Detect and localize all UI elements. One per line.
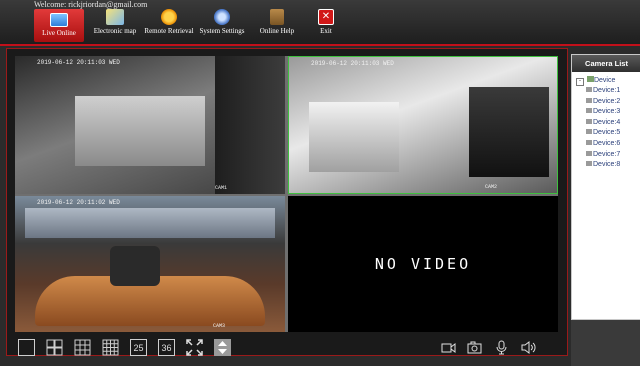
top-bar: Welcome: rickjriordan@gmail.com Live Onl… xyxy=(0,0,640,44)
engine-room-wall xyxy=(215,56,285,194)
welcome-text: Welcome: rickjriordan@gmail.com xyxy=(34,0,148,9)
engine-block-shape xyxy=(309,102,399,172)
tree-item-device-2[interactable]: Device:2 xyxy=(576,97,640,108)
layout-36-button[interactable]: 36 xyxy=(158,339,175,356)
camera-list-panel: Camera List - Device Device:1 Device:2 D… xyxy=(571,54,640,320)
microphone-icon xyxy=(496,340,507,355)
nav-system-settings-label: System Settings xyxy=(199,27,245,35)
camera-icon xyxy=(586,161,592,167)
bridge-window-shape xyxy=(25,208,275,238)
speaker-icon xyxy=(521,341,536,354)
tree-root-device[interactable]: - Device xyxy=(576,76,640,86)
nav-online-help-label: Online Help xyxy=(259,27,295,35)
nav-electronic-map-label: Electronic map xyxy=(93,27,137,35)
layout-1-button[interactable] xyxy=(18,339,35,356)
nav-exit-label: Exit xyxy=(320,27,332,35)
online-help-icon xyxy=(270,9,284,25)
camera-1-name: CAM1 xyxy=(214,185,227,191)
tree-item-label: Device:1 xyxy=(593,87,621,94)
tree-item-device-4[interactable]: Device:4 xyxy=(576,118,640,129)
device-group-icon xyxy=(586,76,594,82)
layout-25-label: 25 xyxy=(133,343,144,353)
camera-view-2[interactable]: 2019-06-12 20:11:03 WED CAM2 xyxy=(288,56,558,194)
tree-item-device-5[interactable]: Device:5 xyxy=(576,128,640,139)
camera-list-title: Camera List xyxy=(572,55,640,72)
camera-icon xyxy=(586,97,592,103)
layout-25-button[interactable]: 25 xyxy=(130,339,147,356)
tree-root-label: Device xyxy=(593,77,616,84)
camera-icon xyxy=(586,150,592,156)
header-divider xyxy=(0,44,640,46)
tree-item-device-6[interactable]: Device:6 xyxy=(576,139,640,150)
tree-item-label: Device:7 xyxy=(593,150,621,158)
microphone-button[interactable] xyxy=(493,339,510,356)
nav-remote-retrieval-button[interactable]: Remote Retrieval xyxy=(142,9,196,42)
stream-toggle-button[interactable] xyxy=(214,339,231,356)
speaker-button[interactable] xyxy=(520,339,537,356)
camera-icon xyxy=(586,118,592,124)
machinery-shape xyxy=(469,87,549,177)
camera-view-4[interactable]: NO VIDEO xyxy=(288,196,558,332)
collapse-icon[interactable]: - xyxy=(576,78,584,86)
camera-view-1[interactable]: 2019-06-12 20:11:03 WED CAM1 xyxy=(15,56,285,194)
nav-remote-retrieval-label: Remote Retrieval xyxy=(144,27,194,35)
exit-icon: ✕ xyxy=(318,9,334,25)
tree-item-label: Device:3 xyxy=(593,108,621,116)
tree-item-label: Device:6 xyxy=(593,139,621,147)
layout-9-button[interactable] xyxy=(74,339,91,356)
camera-icon xyxy=(586,108,592,114)
nav-electronic-map-button[interactable]: Electronic map xyxy=(90,9,140,42)
captain-chair-shape xyxy=(110,246,160,286)
live-online-icon xyxy=(50,13,68,27)
tree-item-device-3[interactable]: Device:3 xyxy=(576,107,640,118)
camera-view-3[interactable]: 2019-06-12 20:11:02 WED CAM3 xyxy=(15,196,285,332)
tree-item-label: Device:4 xyxy=(593,118,621,126)
engine-block-shape xyxy=(75,96,205,166)
camera-3-name: CAM3 xyxy=(212,323,225,329)
bottom-toolbar: 25 36 xyxy=(10,337,560,359)
layout-4-button[interactable] xyxy=(46,339,63,356)
camera-snapshot-icon xyxy=(467,341,482,354)
nav-system-settings-button[interactable]: System Settings xyxy=(197,9,247,42)
tree-item-label: Device:8 xyxy=(593,161,621,169)
grid-16-icon xyxy=(102,339,119,356)
camera-2-name: CAM2 xyxy=(484,184,497,190)
layout-16-button[interactable] xyxy=(102,339,119,356)
camera-2-timestamp: 2019-06-12 20:11:03 WED xyxy=(311,60,394,67)
tree-item-label: Device:5 xyxy=(593,129,621,137)
camera-3-timestamp: 2019-06-12 20:11:02 WED xyxy=(37,199,120,206)
tree-item-label: Device:2 xyxy=(593,97,621,105)
video-record-icon xyxy=(441,343,456,353)
tree-item-device-1[interactable]: Device:1 xyxy=(576,86,640,97)
nav-online-help-button[interactable]: Online Help xyxy=(255,9,299,42)
tree-item-device-7[interactable]: Device:7 xyxy=(576,150,640,161)
snapshot-button[interactable] xyxy=(466,339,483,356)
record-button[interactable] xyxy=(440,339,457,356)
layout-36-label: 36 xyxy=(161,343,172,353)
sidebar-footer xyxy=(571,320,640,366)
device-tree: - Device Device:1 Device:2 Device:3 Devi… xyxy=(572,72,640,171)
tree-item-device-8[interactable]: Device:8 xyxy=(576,160,640,171)
nav-live-online-label: Live Online xyxy=(42,29,76,37)
fullscreen-button[interactable] xyxy=(186,339,203,356)
camera-icon xyxy=(586,139,592,145)
camera-1-timestamp: 2019-06-12 20:11:03 WED xyxy=(37,59,120,66)
nav-exit-button[interactable]: ✕ Exit xyxy=(306,9,346,42)
up-down-arrows-icon xyxy=(218,341,227,354)
system-settings-icon xyxy=(214,9,230,25)
fullscreen-icon xyxy=(186,339,203,356)
electronic-map-icon xyxy=(106,9,124,25)
remote-retrieval-icon xyxy=(161,9,177,25)
no-video-label: NO VIDEO xyxy=(374,255,472,273)
grid-4-icon xyxy=(46,339,63,356)
camera-icon xyxy=(586,87,592,92)
video-grid: 2019-06-12 20:11:03 WED CAM1 2019-06-12 … xyxy=(15,56,558,332)
grid-9-icon xyxy=(74,339,91,356)
nav-live-online-button[interactable]: Live Online xyxy=(34,9,84,42)
camera-icon xyxy=(586,129,592,135)
